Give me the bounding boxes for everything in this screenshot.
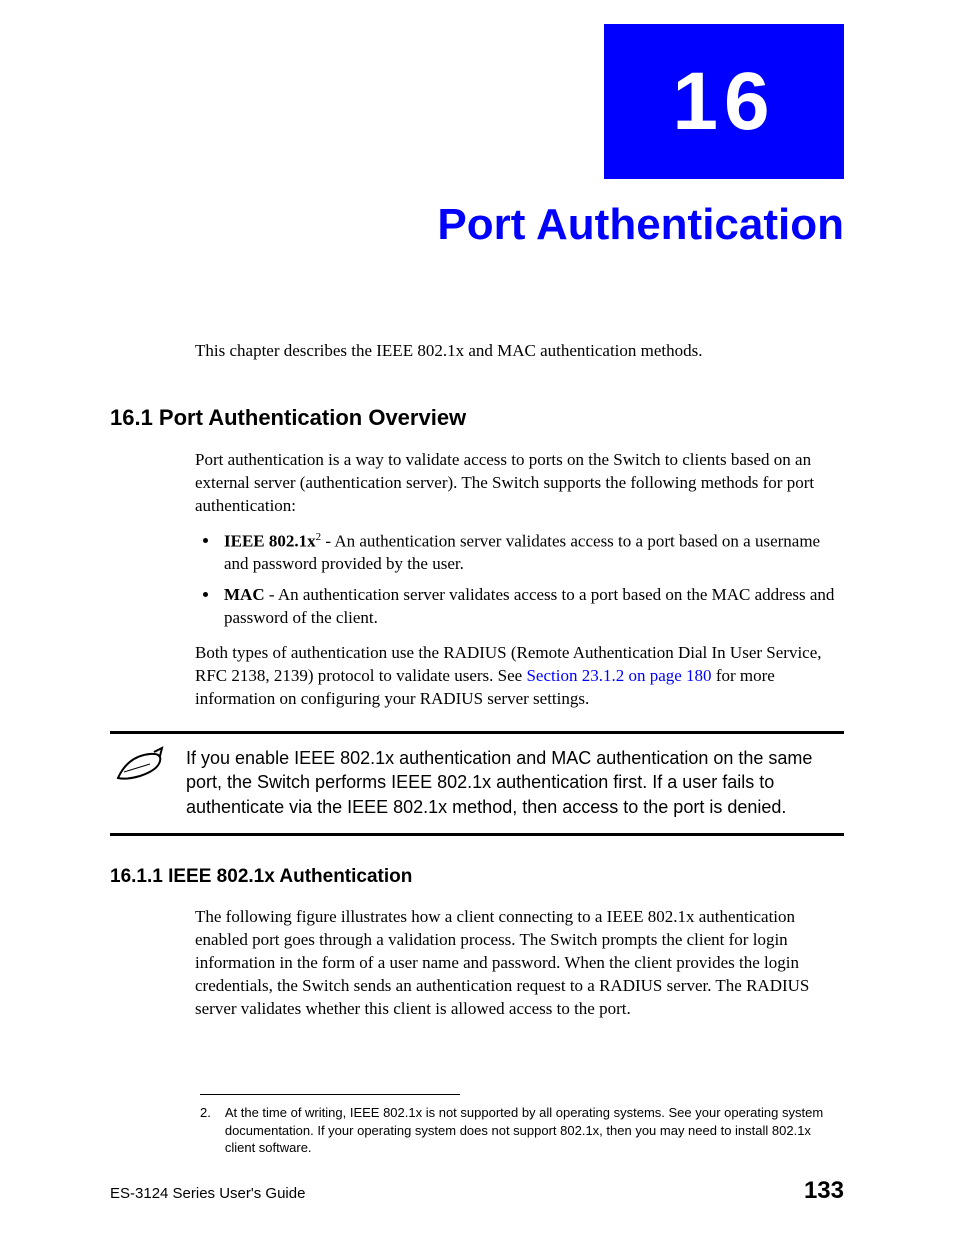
page-footer: ES-3124 Series User's Guide 133 — [110, 1177, 844, 1205]
list-item: MAC - An authentication server validates… — [220, 584, 844, 630]
note-text: If you enable IEEE 802.1x authentication… — [186, 746, 844, 819]
section-16-1-p1: Port authentication is a way to validate… — [195, 449, 844, 518]
section-16-1-p2: Both types of authentication use the RAD… — [195, 642, 844, 711]
footnote: 2. At the time of writing, IEEE 802.1x i… — [200, 1104, 844, 1157]
list-item: IEEE 802.1x2 - An authentication server … — [220, 530, 844, 577]
note-callout: If you enable IEEE 802.1x authentication… — [110, 731, 844, 836]
auth-methods-list: IEEE 802.1x2 - An authentication server … — [220, 530, 844, 630]
chapter-number: 16 — [672, 55, 775, 149]
footer-book-title: ES-3124 Series User's Guide — [110, 1185, 305, 1202]
footnote-separator — [200, 1094, 460, 1095]
bullet-bold: MAC — [224, 585, 265, 604]
chapter-number-box: 16 — [604, 24, 844, 179]
chapter-title: Port Authentication — [110, 200, 844, 250]
section-heading-16-1: 16.1 Port Authentication Overview — [110, 405, 844, 431]
page-number: 133 — [804, 1177, 844, 1205]
bullet-bold: IEEE 802.1x — [224, 531, 316, 550]
section-heading-16-1-1: 16.1.1 IEEE 802.1x Authentication — [110, 866, 844, 888]
footnote-text: At the time of writing, IEEE 802.1x is n… — [225, 1104, 844, 1157]
note-icon — [110, 746, 170, 788]
bullet-text: - An authentication server validates acc… — [224, 585, 834, 627]
section-16-1-1-p1: The following figure illustrates how a c… — [195, 906, 844, 1021]
chapter-intro: This chapter describes the IEEE 802.1x a… — [195, 340, 844, 363]
footnote-number: 2. — [200, 1104, 211, 1157]
cross-reference-link[interactable]: Section 23.1.2 on page 180 — [526, 666, 711, 685]
